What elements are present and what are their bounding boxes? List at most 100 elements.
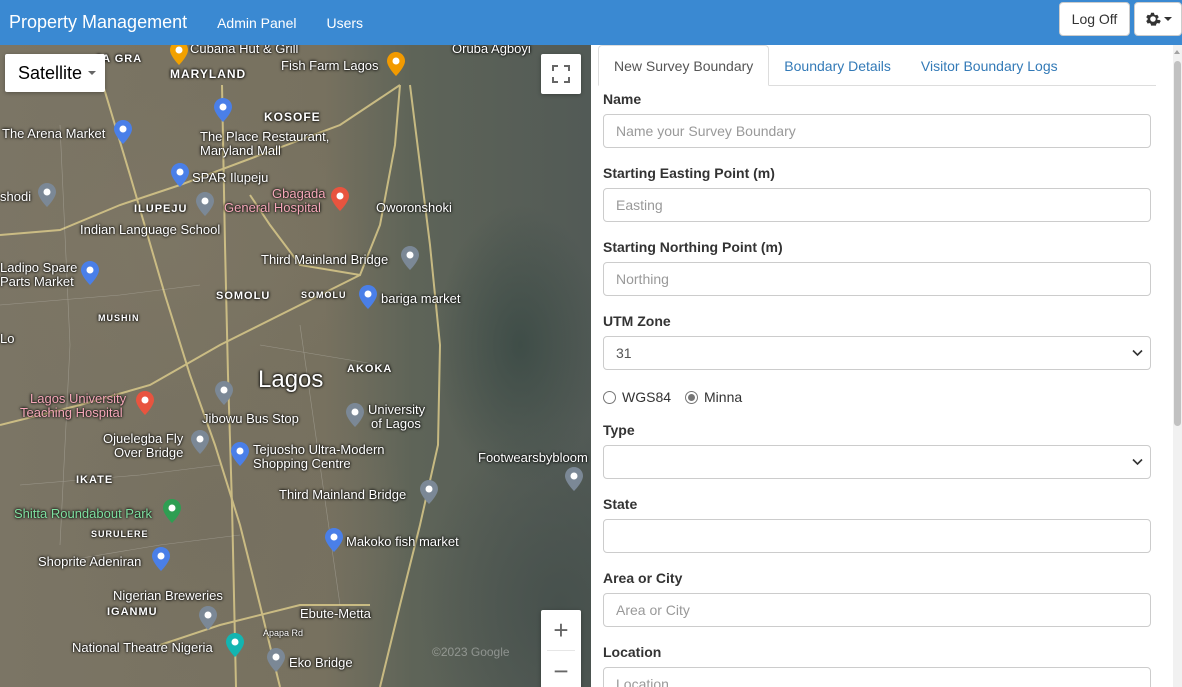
map-label: KOSOFE: [264, 110, 321, 124]
map-pin-icon[interactable]: [565, 467, 583, 491]
map-label: General Hospital: [224, 200, 321, 215]
tab-boundary-details[interactable]: Boundary Details: [769, 45, 906, 86]
map-label: Indian Language School: [80, 222, 221, 237]
map-pin-icon[interactable]: [214, 98, 232, 122]
zoom-control: + −: [541, 610, 581, 687]
map-label: Teaching Hospital: [20, 405, 123, 420]
map-pin-icon[interactable]: [196, 192, 214, 216]
map-label: The Arena Market: [2, 126, 106, 141]
map-pin-icon[interactable]: [215, 381, 233, 405]
map-pin-icon[interactable]: [152, 547, 170, 571]
chevron-down-icon: [1163, 17, 1172, 21]
map-label: bariga market: [381, 291, 461, 306]
northing-input[interactable]: Northing: [603, 262, 1151, 296]
area-city-input[interactable]: Area or City: [603, 593, 1151, 627]
area-city-label: Area or City: [603, 570, 683, 586]
map-type-selector[interactable]: Satellite: [5, 54, 105, 92]
state-label: State: [603, 496, 638, 512]
map-label: ILUPEJU: [134, 203, 188, 215]
map-label: Over Bridge: [114, 445, 184, 460]
map-pin-icon[interactable]: [81, 261, 99, 285]
map-pin-icon[interactable]: [38, 183, 56, 207]
survey-panel: New Survey Boundary Boundary Details Vis…: [591, 45, 1182, 687]
name-input[interactable]: Name your Survey Boundary: [603, 114, 1151, 148]
datum-radio-group: WGS84 Minna: [603, 387, 1151, 407]
map-label: Apapa Rd: [263, 628, 304, 638]
map-pin-icon[interactable]: [231, 442, 249, 466]
fullscreen-button[interactable]: [541, 54, 581, 94]
map-pin-icon[interactable]: [267, 648, 285, 672]
state-input[interactable]: [603, 519, 1151, 553]
map-label: National Theatre Nigeria: [72, 640, 213, 655]
map-label: IKATE: [76, 474, 114, 486]
location-input[interactable]: Location: [603, 667, 1151, 687]
tab-visitor-boundary-logs[interactable]: Visitor Boundary Logs: [906, 45, 1073, 86]
map-pin-icon[interactable]: [170, 45, 188, 65]
map-label: Lo: [0, 331, 15, 346]
map-label: Ebute-Metta: [300, 606, 371, 621]
map-label: SPAR Ilupeju: [192, 170, 269, 185]
map-label: SOMOLU: [301, 290, 347, 300]
type-select[interactable]: [603, 445, 1151, 479]
map-label: SURULERE: [91, 529, 149, 539]
brand-link[interactable]: Property Management: [9, 12, 187, 33]
map-label: Cubana Hut & Grill: [190, 45, 299, 56]
map-label: Jibowu Bus Stop: [202, 411, 299, 426]
gear-icon: [1145, 12, 1161, 26]
survey-form: Name Name your Survey Boundary Starting …: [603, 91, 1151, 687]
zoom-out-button[interactable]: −: [541, 651, 581, 687]
top-navbar: Property Management Admin Panel Users Lo…: [0, 0, 1182, 45]
easting-input[interactable]: Easting: [603, 188, 1151, 222]
map-label: Third Mainland Bridge: [261, 252, 389, 267]
scrollbar-thumb[interactable]: [1174, 61, 1181, 426]
map-label: Gbagada: [272, 186, 326, 201]
map-label: MARYLAND: [170, 67, 247, 81]
map-label: shodi: [0, 189, 32, 204]
map-pin-icon[interactable]: [191, 430, 209, 454]
map-label: Footwearsbybloom: [478, 450, 588, 465]
map-pin-icon[interactable]: [359, 285, 377, 309]
type-label: Type: [603, 422, 635, 438]
map-label: Shopping Centre: [253, 456, 351, 471]
map-label: Eko Bridge: [289, 655, 353, 670]
map-pin-icon[interactable]: [420, 480, 438, 504]
map-pin-icon[interactable]: [163, 499, 181, 523]
map-label: Shitta Roundabout Park: [14, 506, 153, 521]
panel-scrollbar[interactable]: [1173, 45, 1182, 687]
map-pin-icon[interactable]: [199, 606, 217, 630]
map-pin-icon[interactable]: [325, 528, 343, 552]
zoom-in-button[interactable]: +: [541, 610, 581, 650]
map-label: IGANMU: [107, 606, 158, 618]
map-pin-icon[interactable]: [171, 163, 189, 187]
map-view[interactable]: Cubana Hut & Grill Oruba Agboyi JA GRA M…: [0, 45, 591, 687]
map-label: Lagos University: [30, 391, 127, 406]
easting-label: Starting Easting Point (m): [603, 165, 775, 181]
logoff-button[interactable]: Log Off: [1059, 2, 1130, 36]
map-pin-icon[interactable]: [331, 187, 349, 211]
map-label: University: [368, 402, 426, 417]
settings-button[interactable]: [1134, 2, 1182, 36]
location-label: Location: [603, 644, 662, 660]
chevron-down-icon: [1132, 349, 1143, 357]
utm-zone-value: 31: [616, 345, 632, 361]
map-label: Ladipo Spare: [0, 260, 78, 275]
chevron-down-icon: [88, 71, 97, 75]
map-label: AKOKA: [347, 363, 393, 375]
tab-new-survey-boundary[interactable]: New Survey Boundary: [598, 45, 770, 86]
map-pin-icon[interactable]: [346, 403, 364, 427]
scroll-up-icon[interactable]: [1174, 50, 1180, 54]
map-label: Tejuosho Ultra-Modern: [253, 442, 385, 457]
map-pin-icon[interactable]: [136, 391, 154, 415]
wgs84-radio[interactable]: [603, 390, 616, 404]
map-label-city: Lagos: [258, 366, 324, 393]
map-label: Shoprite Adeniran: [38, 554, 142, 569]
map-label: Oruba Agboyi: [452, 45, 531, 56]
minna-radio[interactable]: [685, 390, 699, 404]
map-pin-icon[interactable]: [226, 633, 244, 657]
nav-admin-panel[interactable]: Admin Panel: [217, 15, 296, 31]
nav-users[interactable]: Users: [326, 15, 363, 31]
utm-zone-select[interactable]: 31: [603, 336, 1151, 370]
map-pin-icon[interactable]: [114, 120, 132, 144]
map-pin-icon[interactable]: [401, 246, 419, 270]
map-pin-icon[interactable]: [387, 52, 405, 76]
